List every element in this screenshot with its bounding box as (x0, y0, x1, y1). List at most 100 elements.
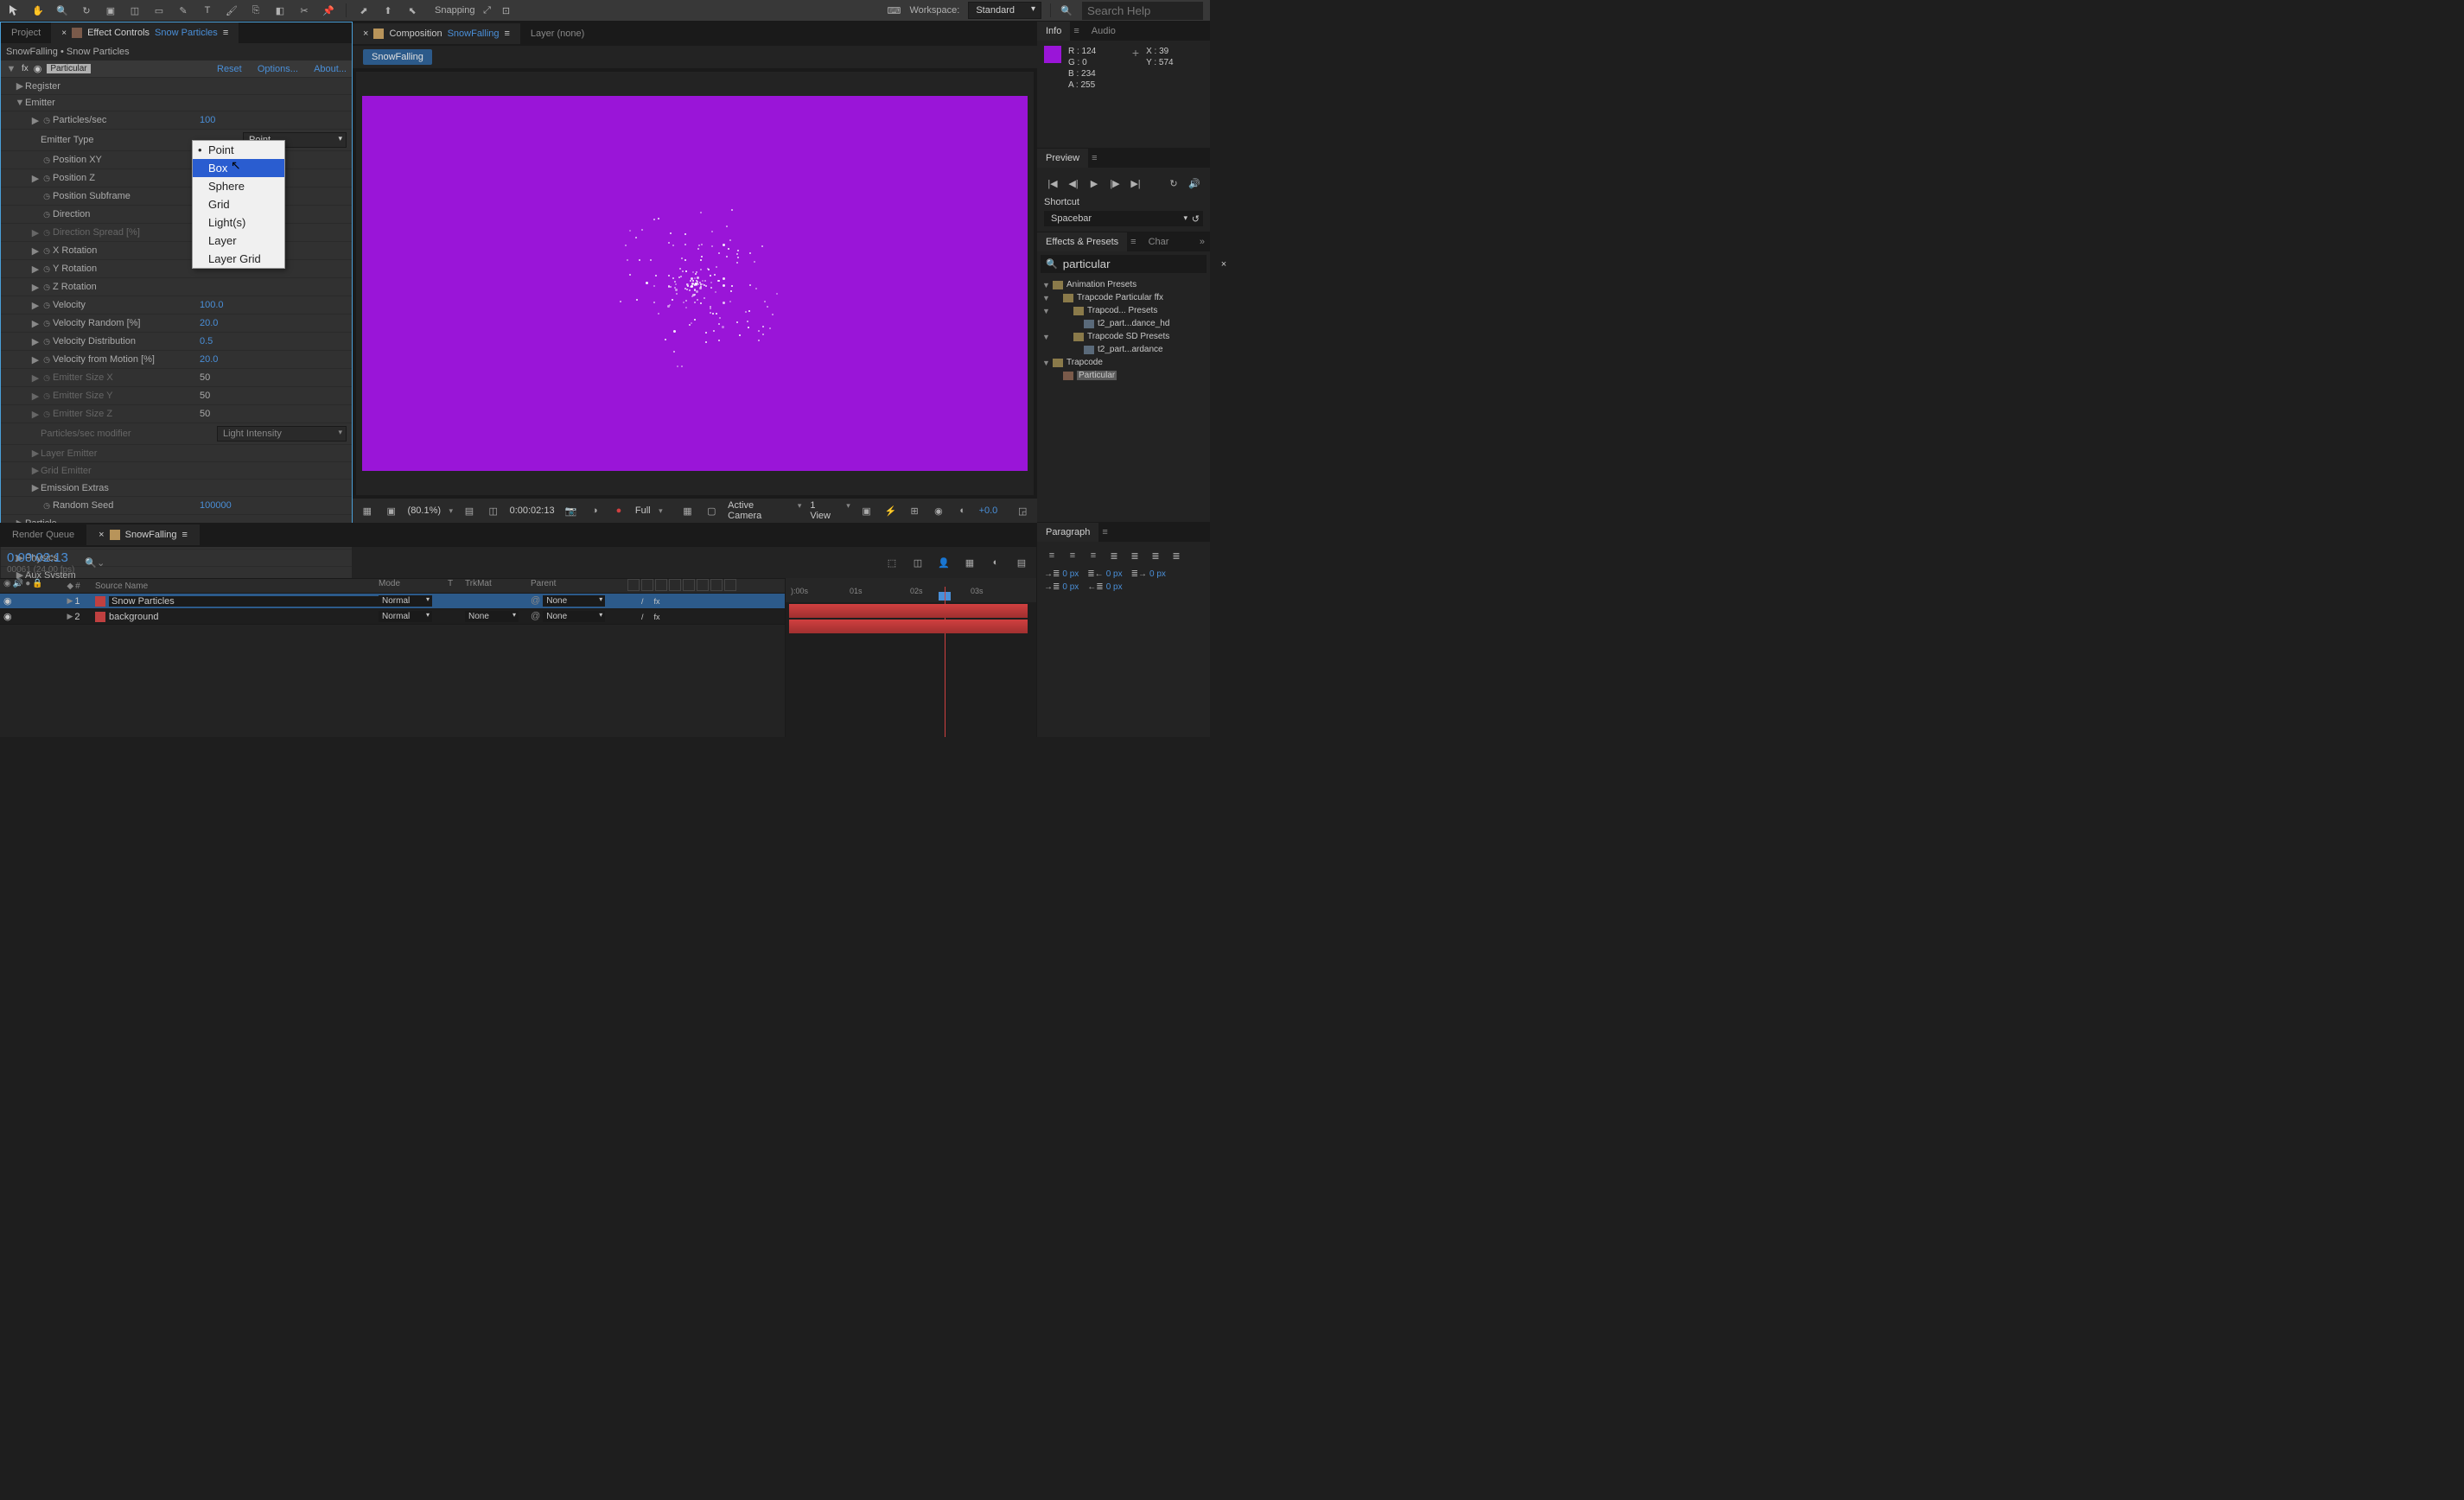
value-velocity[interactable]: 100.0 (200, 300, 347, 310)
guides-icon[interactable]: ▦ (680, 503, 696, 518)
indent-field[interactable]: →≣0 px (1044, 569, 1079, 579)
group-register[interactable]: Register (25, 81, 347, 92)
tab-effect-controls[interactable]: × Effect Controls Snow Particles ≡ (51, 22, 239, 43)
indent-value[interactable]: 0 px (1062, 569, 1079, 579)
camera-dropdown[interactable]: Active Camera (728, 500, 801, 521)
maximize-icon[interactable]: ◲ (1015, 503, 1030, 518)
twirl-icon[interactable]: ▶ (15, 80, 25, 92)
twirl-icon[interactable]: ▶ (30, 300, 41, 311)
align-left-button[interactable]: ≡ (1044, 549, 1060, 562)
timeline-graph[interactable]: ):00s 01s 02s 03s (785, 578, 1036, 737)
color-mgmt-icon[interactable]: ● (611, 503, 627, 518)
timeline-timecode[interactable]: 0:00:02:13 (7, 550, 74, 565)
twirl-icon[interactable]: ▶ (30, 372, 41, 384)
transparency-icon[interactable]: ▣ (384, 503, 399, 518)
source-name-header[interactable]: Source Name (92, 579, 379, 593)
group-emitter[interactable]: Emitter (25, 98, 347, 108)
parent-dropdown[interactable]: None (543, 611, 605, 622)
twirl-icon[interactable]: ▶ (30, 465, 41, 476)
trkmat-dropdown[interactable]: None (465, 611, 519, 622)
effect-name[interactable]: Particular (47, 64, 90, 73)
res-half-icon[interactable]: ▤ (462, 503, 477, 518)
indent-field[interactable]: ←≣0 px (1087, 582, 1122, 592)
show-channel-icon[interactable]: ◑ (587, 503, 602, 518)
exposure-reset-icon[interactable]: ◐ (955, 503, 971, 518)
tab-paragraph[interactable]: Paragraph (1037, 523, 1098, 542)
text-tool[interactable]: T (201, 3, 214, 17)
comp-mini-flowchart-icon[interactable]: ⬚ (884, 555, 900, 570)
close-icon[interactable]: × (99, 530, 104, 540)
pan-behind-tool[interactable]: ◫ (128, 3, 142, 17)
pin-tool[interactable]: 📌 (322, 3, 335, 17)
parent-dropdown[interactable]: None (543, 595, 605, 607)
stopwatch-icon[interactable]: ◷ (41, 208, 53, 220)
snapshot-icon[interactable]: 📷 (563, 503, 579, 518)
tab-character[interactable]: Char (1140, 232, 1178, 251)
twirl-icon[interactable]: ▶ (30, 245, 41, 257)
twirl-icon[interactable]: ▶ (30, 391, 41, 402)
justify-last-center-button[interactable]: ≣ (1127, 549, 1143, 562)
clone-tool[interactable]: ⎘ (249, 3, 263, 17)
tree-trapcode-ffx[interactable]: ▼Trapcode Particular ffx (1041, 291, 1207, 304)
indent-value[interactable]: 0 px (1106, 582, 1123, 592)
twirl-icon[interactable]: ▶ (30, 264, 41, 275)
particles-sec-mod-dropdown[interactable]: Light Intensity (217, 426, 347, 442)
prev-frame-button[interactable]: ◀| (1065, 176, 1082, 190)
indent-value[interactable]: 0 px (1062, 582, 1079, 592)
stopwatch-icon[interactable]: ◷ (41, 114, 53, 126)
menu-item-layer-grid[interactable]: Layer Grid (193, 250, 284, 268)
twirl-icon[interactable]: ▶ (30, 482, 41, 493)
tree-sd-presets[interactable]: ▼Trapcode SD Presets (1041, 330, 1207, 343)
axis-view-icon[interactable]: ⬉ (405, 3, 419, 17)
brush-tool[interactable]: 🖌 (225, 3, 239, 17)
indent-field[interactable]: →≣0 px (1044, 582, 1079, 592)
justify-all-button[interactable]: ≣ (1168, 549, 1184, 562)
menu-item-sphere[interactable]: Sphere (193, 177, 284, 195)
twirl-icon[interactable]: ▼ (6, 64, 16, 74)
tab-effects-presets[interactable]: Effects & Presets (1037, 232, 1127, 251)
snap-collapse-icon[interactable]: ⊡ (500, 3, 513, 17)
stopwatch-icon[interactable]: ◷ (41, 499, 53, 512)
fast-preview-icon[interactable]: ⚡ (883, 503, 899, 518)
panel-menu-icon[interactable]: ≡ (1127, 232, 1139, 251)
stopwatch-icon[interactable]: ◷ (41, 263, 53, 275)
layer-name[interactable]: Snow Particles (109, 596, 379, 607)
axis-world-icon[interactable]: ⬆ (381, 3, 395, 17)
hand-tool[interactable]: ✋ (31, 3, 45, 17)
effects-search-input[interactable] (1063, 257, 1216, 270)
layer-bar[interactable] (789, 620, 1028, 633)
clear-search-icon[interactable]: × (1221, 259, 1226, 270)
composition-viewer[interactable] (356, 72, 1034, 495)
menu-item-grid[interactable]: Grid (193, 195, 284, 213)
twirl-icon[interactable]: ▼ (15, 98, 25, 108)
pixel-ar-icon[interactable]: ▣ (859, 503, 875, 518)
camera-tool[interactable]: ▣ (104, 3, 118, 17)
twirl-icon[interactable]: ▶ (30, 227, 41, 238)
value-velocity-distribution[interactable]: 0.5 (200, 336, 347, 346)
mode-dropdown[interactable]: Normal (379, 611, 432, 622)
menu-item-point[interactable]: Point (193, 141, 284, 159)
shy-switch[interactable] (627, 597, 640, 606)
snap-edge-icon[interactable]: ⤢ (481, 3, 494, 17)
twirl-icon[interactable]: ▶ (30, 448, 41, 459)
reset-link[interactable]: Reset (217, 64, 242, 74)
about-link[interactable]: About... (314, 64, 347, 74)
twirl-icon[interactable]: ▶ (30, 282, 41, 293)
tab-project[interactable]: Project (1, 22, 51, 43)
twirl-icon[interactable]: ▶ (30, 354, 41, 365)
tree-particular[interactable]: Particular (1041, 369, 1207, 382)
reset-icon[interactable]: ↺ (1192, 213, 1200, 225)
shy-switch[interactable] (627, 613, 640, 621)
justify-last-left-button[interactable]: ≣ (1106, 549, 1122, 562)
tab-layer[interactable]: Layer (none) (520, 23, 595, 44)
tree-trapcode-presets[interactable]: ▼Trapcod... Presets (1041, 304, 1207, 317)
play-button[interactable]: ▶ (1086, 176, 1103, 190)
panel-menu-icon[interactable]: ≡ (1088, 149, 1100, 168)
indent-value[interactable]: 0 px (1106, 569, 1123, 579)
flowchart-chip[interactable]: SnowFalling (363, 49, 432, 65)
stopwatch-icon[interactable]: ◷ (41, 335, 53, 347)
stopwatch-icon[interactable]: ◷ (41, 245, 53, 257)
motion-blur-icon[interactable]: ◐ (988, 555, 1003, 570)
shortcut-dropdown[interactable]: Spacebar ↺ (1044, 211, 1203, 226)
pickwhip-icon[interactable]: @ (531, 611, 540, 621)
